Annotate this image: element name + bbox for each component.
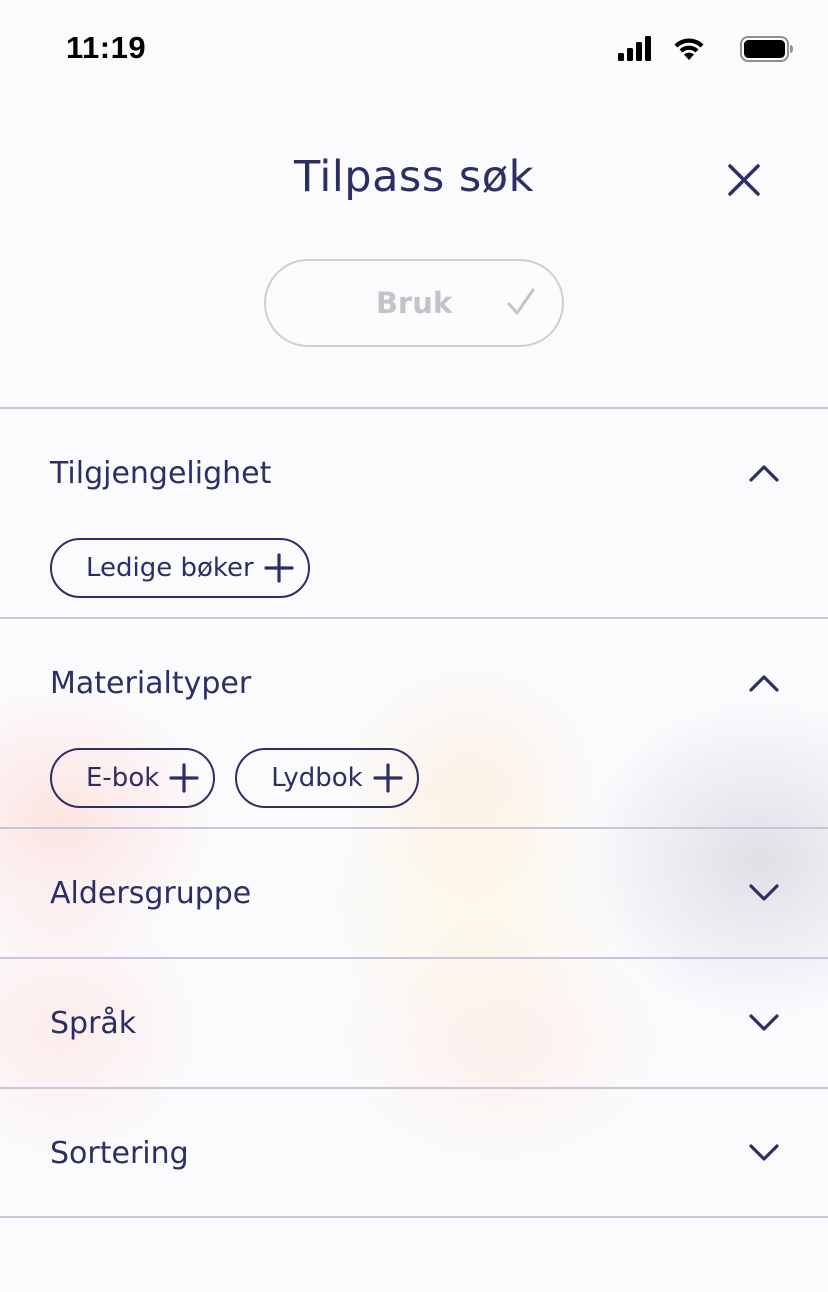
section-title: Aldersgruppe [50,876,252,911]
apply-button-label: Bruk [375,286,453,320]
chip-available-books[interactable]: Ledige bøker [50,538,310,598]
filter-section-age-group: Aldersgruppe [0,827,828,958]
apply-button[interactable]: Bruk [264,259,564,347]
section-header-language[interactable]: Språk [0,959,828,1088]
option-chips: Ledige bøker [50,538,310,598]
divider [0,1216,828,1218]
battery-icon [740,36,794,66]
status-time: 11:19 [66,30,147,65]
filter-section-sorting: Sortering [0,1087,828,1218]
section-title: Språk [50,1006,137,1041]
plus-icon [373,763,403,793]
wifi-icon [672,36,706,66]
filter-section-language: Språk [0,957,828,1088]
chip-label: Ledige bøker [86,553,254,583]
section-title: Materialtyper [50,666,252,701]
chip-ebook[interactable]: E-bok [50,748,216,808]
section-header-sorting[interactable]: Sortering [0,1089,828,1218]
section-header-age-group[interactable]: Aldersgruppe [0,829,828,958]
chip-label: Lydbok [271,763,363,793]
chip-label: E-bok [86,763,160,793]
section-header-availability[interactable]: Tilgjengelighet [0,409,828,539]
filter-section-material-types: Materialtyper E-bok Lydbok [0,617,828,828]
page-title: Tilpass søk [293,152,535,202]
close-button[interactable] [720,158,768,206]
section-header-material-types[interactable]: Materialtyper [0,619,828,749]
chevron-down-icon [748,882,780,908]
filter-section-availability: Tilgjengelighet Ledige bøker [0,407,828,618]
plus-icon [169,763,199,793]
check-icon [506,287,536,321]
chevron-down-icon [748,1012,780,1038]
section-title: Tilgjengelighet [50,456,272,491]
status-bar: 11:19 [0,0,828,100]
chip-audiobook[interactable]: Lydbok [235,748,419,808]
section-title: Sortering [50,1136,189,1171]
status-icons [618,36,794,66]
chevron-up-icon [748,462,780,488]
chevron-down-icon [748,1142,780,1168]
signal-icon [618,36,654,66]
plus-icon [264,553,294,583]
option-chips: E-bok Lydbok [50,748,419,808]
close-icon [727,163,761,201]
chevron-up-icon [748,672,780,698]
